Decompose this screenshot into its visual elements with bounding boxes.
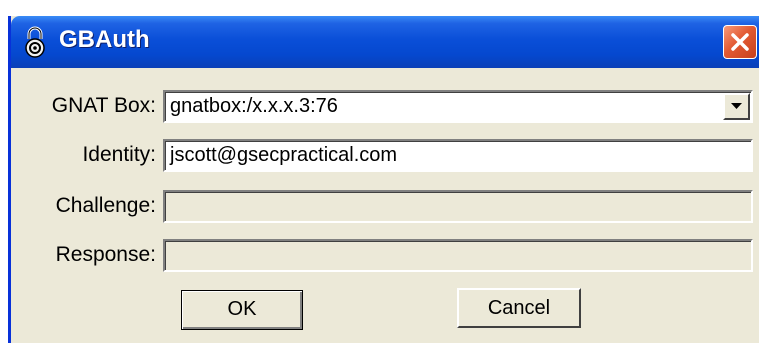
ok-button-label: OK (227, 298, 257, 320)
response-label: Response: (55, 243, 156, 266)
cancel-button-label: Cancel (487, 297, 551, 319)
cancel-button[interactable]: Cancel (457, 288, 581, 328)
chevron-down-icon (731, 103, 742, 109)
window-title: GBAuth (59, 26, 150, 53)
ok-button[interactable]: OK (181, 290, 303, 330)
challenge-input[interactable] (163, 190, 753, 223)
padlock-icon (21, 26, 49, 58)
identity-input[interactable]: jscott@gsecpractical.com (163, 139, 753, 172)
identity-label: Identity: (82, 143, 156, 166)
title-bar[interactable]: GBAuth (11, 16, 759, 68)
gnat-box-dropdown-button[interactable] (723, 93, 750, 120)
challenge-label: Challenge: (55, 194, 156, 217)
close-button[interactable] (723, 25, 757, 59)
gbauth-dialog: GBAuth GNAT Box: gnatbox:/x.x.x.3:76 Ide… (8, 16, 759, 343)
dialog-body: GNAT Box: gnatbox:/x.x.x.3:76 Identity: … (11, 68, 759, 343)
response-input[interactable] (163, 239, 753, 272)
gnat-box-label: GNAT Box: (51, 94, 156, 117)
identity-value: jscott@gsecpractical.com (170, 144, 398, 166)
gnat-box-combobox[interactable]: gnatbox:/x.x.x.3:76 (163, 90, 753, 123)
close-icon (731, 33, 749, 51)
gnat-box-value: gnatbox:/x.x.x.3:76 (170, 95, 338, 117)
